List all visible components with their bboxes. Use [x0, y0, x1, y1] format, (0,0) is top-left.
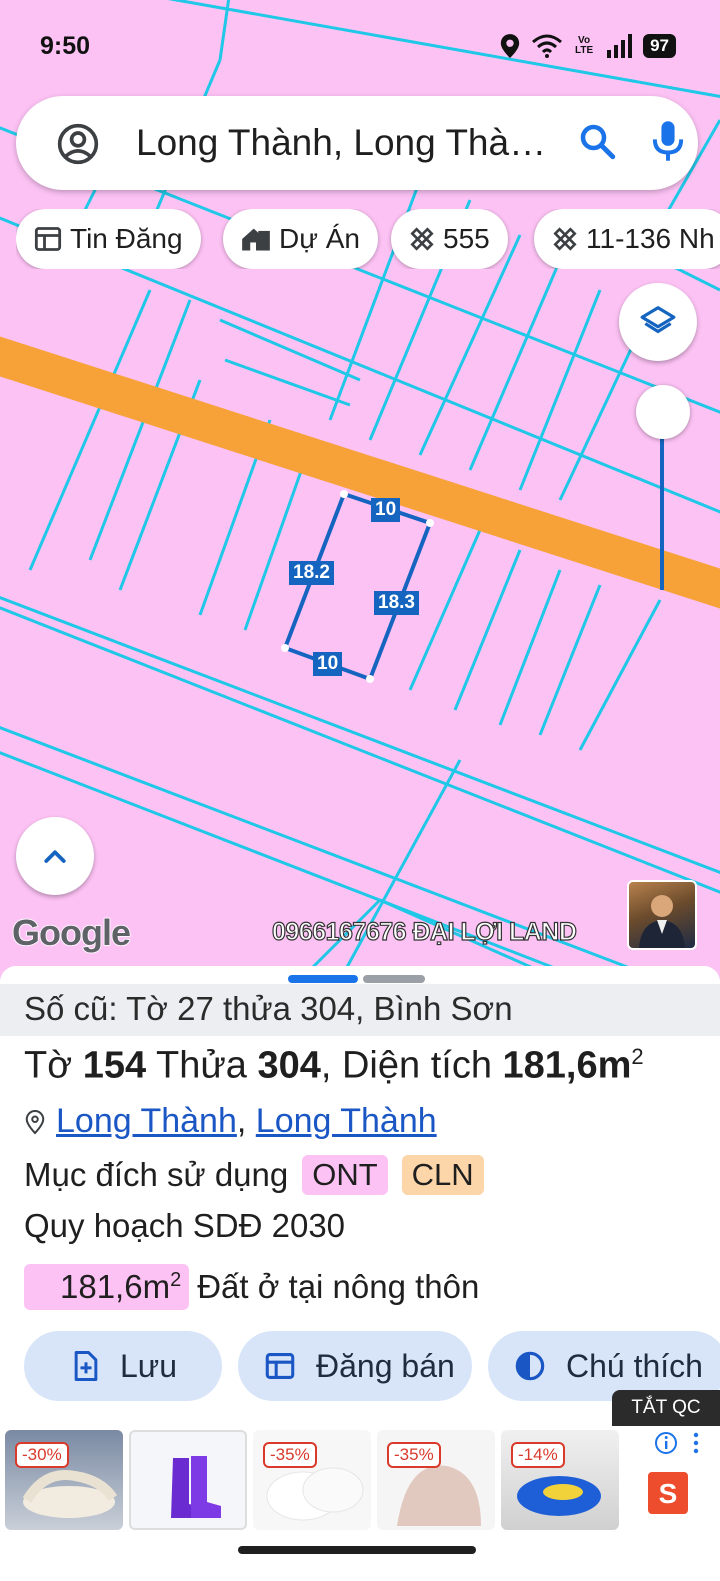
clock: 9:50 [40, 32, 91, 60]
ad-item[interactable]: -35% [253, 1430, 371, 1530]
area-label: , Diện tích [320, 1044, 492, 1087]
ad-item[interactable]: -35% [377, 1430, 495, 1530]
person-icon [639, 895, 685, 948]
ad-item[interactable]: -30% [5, 1430, 123, 1530]
dimension-right-label: 18.3 [374, 591, 419, 615]
boot-icon [171, 1456, 221, 1518]
planning-title: Quy hoạch SDĐ 2030 [24, 1207, 346, 1244]
location-pin-icon [25, 1109, 45, 1134]
chip-555[interactable]: 555 [391, 209, 508, 269]
page-indicator[interactable] [363, 975, 425, 983]
chevron-up-icon [44, 850, 66, 863]
parcel-summary: Tờ 154 Thửa 304, Diện tích 181,6m2 [24, 1044, 644, 1088]
chip-label: 555 [443, 223, 490, 254]
volte-icon: Vo LTE [575, 35, 594, 56]
old-parcel-info: Số cũ: Tờ 27 thửa 304, Bình Sơn [0, 984, 720, 1036]
tag-cln[interactable]: CLN [401, 1155, 484, 1195]
info-icon [655, 1432, 699, 1454]
chip-tin-dang[interactable]: Tin Đăng [16, 209, 201, 269]
district-link[interactable]: Long Thành [56, 1102, 237, 1140]
chip-11-136[interactable]: 11-136 Nh [534, 209, 720, 269]
chip-label: 11-136 Nh [586, 223, 715, 254]
discount-badge: -35% [263, 1442, 317, 1468]
search-input[interactable]: Long Thành, Long Thà… [136, 122, 576, 164]
discount-badge: -30% [15, 1442, 69, 1468]
save-button[interactable]: Lưu [24, 1331, 222, 1401]
planning-zone: 181,6m2 Đất ở tại nông thôn [24, 1264, 479, 1310]
home-indicator[interactable] [238, 1546, 476, 1554]
dimension-left-label: 18.2 [289, 561, 334, 585]
zone-description: Đất ở tại nông thôn [197, 1268, 480, 1305]
dimension-bottom-label: 10 [313, 652, 343, 676]
post-sale-label: Đăng bán [316, 1347, 455, 1384]
project-icon [242, 228, 270, 251]
google-logo: Google [11, 911, 132, 954]
search-bar[interactable]: Long Thành, Long Thà… [16, 96, 698, 190]
page-indicator-active[interactable] [288, 975, 358, 983]
signal-icon [607, 34, 633, 58]
purpose-label: Mục đích sử dụng [24, 1156, 289, 1193]
location-icon [500, 34, 520, 58]
province-link[interactable]: Long Thành [256, 1102, 437, 1140]
search-icon[interactable] [576, 120, 618, 162]
legend-label: Chú thích [566, 1347, 703, 1384]
post-sale-button[interactable]: Đăng bán [238, 1331, 472, 1401]
wifi-icon [532, 34, 563, 58]
sheet-number: 154 [82, 1044, 147, 1087]
location-separator: , [236, 1102, 247, 1140]
parcel-label: Thửa [155, 1044, 247, 1087]
opacity-slider-thumb[interactable] [636, 385, 690, 439]
area-unit-sup: 2 [631, 1044, 644, 1069]
sheet-label: Tờ [24, 1044, 73, 1087]
chip-label: Tin Đăng [70, 223, 183, 254]
zone-area: 181,6m2 [24, 1264, 190, 1310]
dimension-top-label: 10 [371, 498, 401, 522]
parcel-number: 304 [257, 1044, 321, 1087]
save-label: Lưu [120, 1347, 178, 1384]
discount-badge: -14% [511, 1442, 565, 1468]
area-value: 181,6m [502, 1044, 632, 1087]
save-icon [74, 1350, 98, 1382]
battery-icon: 97 [643, 34, 676, 58]
land-use-purpose: Mục đích sử dụng ONT CLN [24, 1155, 484, 1195]
tag-ont[interactable]: ONT [302, 1155, 388, 1195]
agent-avatar[interactable] [627, 880, 697, 950]
listing-icon [265, 1353, 295, 1379]
ad-item[interactable]: -14% [501, 1430, 619, 1530]
layers-icon [640, 306, 676, 334]
chip-label: Dự Án [279, 223, 360, 254]
expand-panel-button[interactable] [16, 817, 94, 895]
status-bar: 9:50 Vo LTE 97 [0, 0, 720, 90]
mic-icon[interactable] [648, 118, 688, 164]
ruler-icon [410, 227, 434, 251]
listing-icon [34, 227, 62, 251]
shopee-bag-icon[interactable]: S [648, 1472, 688, 1514]
location-line: Long Thành, Long Thành [24, 1102, 437, 1141]
ruler-icon [553, 227, 577, 251]
account-icon[interactable] [56, 122, 100, 166]
legend-icon [515, 1351, 545, 1381]
turn-off-ads-button[interactable]: TẮT QC [612, 1390, 720, 1426]
discount-badge: -35% [387, 1442, 441, 1468]
ad-info-icons[interactable] [654, 1430, 702, 1461]
filter-chips: Tin Đăng Dự Án 555 11-136 Nh [16, 209, 720, 269]
ad-strip: -30% -35% -35% -14% [0, 1426, 720, 1536]
agent-watermark: 0966167676 ĐẠI LỢI LAND [271, 917, 577, 946]
ad-item[interactable] [129, 1430, 247, 1530]
layers-button[interactable] [619, 283, 697, 361]
chip-du-an[interactable]: Dự Án [223, 209, 378, 269]
